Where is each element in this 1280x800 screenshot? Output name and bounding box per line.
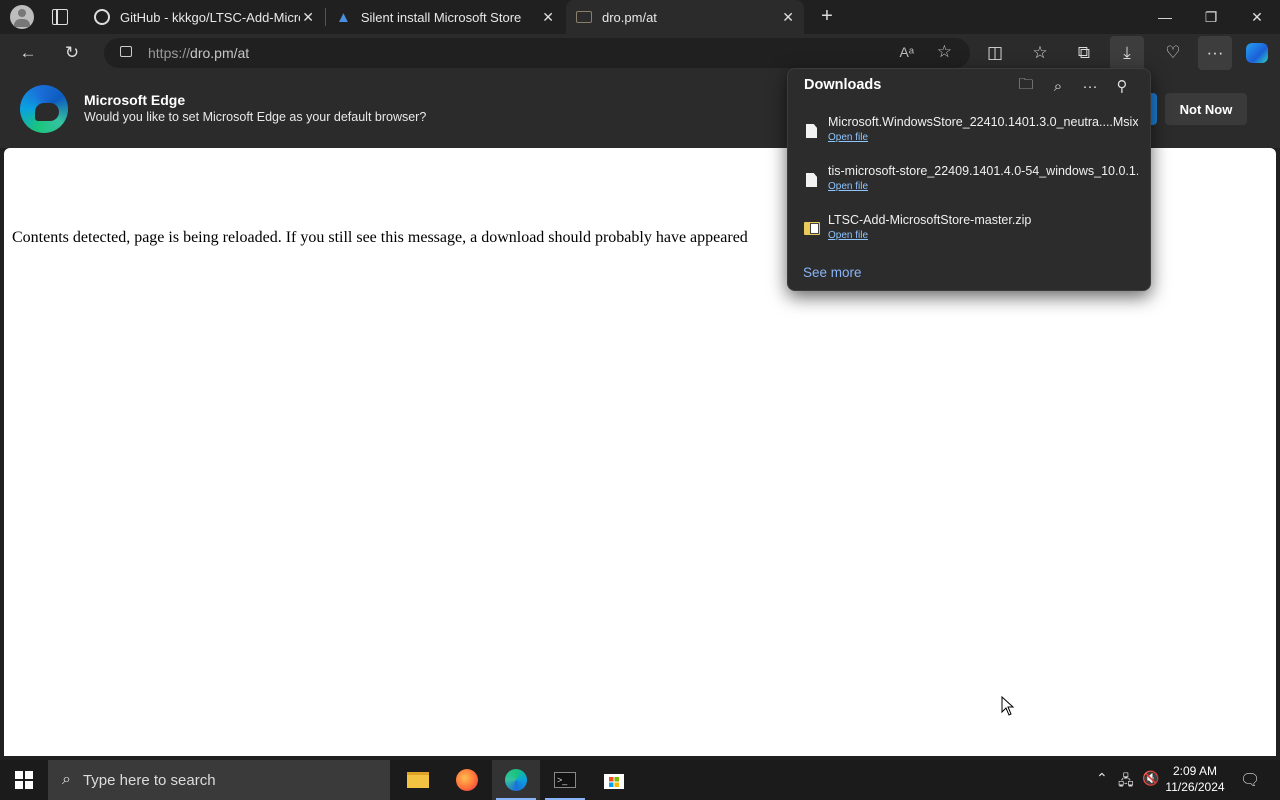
settings-more-icon[interactable]: ··· — [1198, 36, 1232, 70]
close-tab-icon[interactable]: ✕ — [542, 9, 554, 26]
tab-title: dro.pm/at — [602, 9, 657, 25]
mouse-cursor-icon — [1001, 696, 1015, 716]
close-tab-icon[interactable]: ✕ — [302, 9, 314, 26]
address-bar[interactable]: https://dro.pm/at Aᵃ ☆ — [104, 38, 970, 68]
file-explorer-icon[interactable] — [394, 760, 442, 800]
windows-logo-icon — [15, 771, 33, 789]
read-aloud-icon[interactable]: Aᵃ — [899, 44, 914, 60]
download-filename: Microsoft.WindowsStore_22410.1401.3.0_ne… — [828, 115, 1138, 129]
taskbar: ⌕ Type here to search >_ ⌃ 🖧 🔇 2:09 AM 1… — [0, 760, 1280, 800]
profile-avatar[interactable] — [10, 5, 34, 29]
favorite-star-icon[interactable]: ☆ — [937, 42, 952, 62]
github-icon — [94, 9, 110, 25]
pin-icon[interactable]: ⚲ — [1111, 75, 1133, 97]
downloads-icon[interactable]: ⤓ — [1110, 36, 1144, 70]
download-filename: tis-microsoft-store_22409.1401.4.0-54_wi… — [828, 164, 1138, 178]
microsoft-store-icon[interactable] — [590, 760, 638, 800]
show-hidden-icons-icon[interactable]: ⌃ — [1096, 770, 1108, 787]
edge-logo-icon — [20, 85, 68, 133]
close-tab-icon[interactable]: ✕ — [782, 9, 794, 26]
tab-silent-install[interactable]: ▲ Silent install Microsoft Store ✕ — [326, 0, 564, 34]
see-more-link[interactable]: See more — [803, 265, 862, 280]
lock-icon — [120, 46, 132, 57]
infobar-message: Would you like to set Microsoft Edge as … — [84, 110, 427, 124]
open-downloads-folder-icon[interactable]: 🗀 — [1015, 75, 1037, 97]
toolbar: ← ↻ https://dro.pm/at Aᵃ ☆ ◫ ☆ ⧉ ⤓ ♡ ··· — [0, 34, 1280, 72]
copilot-icon[interactable] — [1244, 40, 1270, 66]
tab-dro-pm[interactable]: dro.pm/at ✕ — [566, 0, 804, 34]
favorites-icon[interactable]: ☆ — [1027, 40, 1053, 66]
collections-icon[interactable]: ⧉ — [1071, 40, 1097, 66]
file-icon — [806, 173, 817, 187]
zip-folder-icon — [804, 222, 820, 235]
edge-taskbar-icon[interactable] — [492, 760, 540, 800]
download-item[interactable]: Microsoft.WindowsStore_22410.1401.3.0_ne… — [788, 115, 1150, 159]
new-tab-button[interactable]: + — [816, 5, 838, 27]
split-screen-icon[interactable]: ◫ — [982, 40, 1008, 66]
tab-title: GitHub - kkkgo/LTSC-Add-MicrosoftStore — [120, 9, 300, 25]
download-item[interactable]: LTSC-Add-MicrosoftStore-master.zip Open … — [788, 213, 1150, 257]
not-now-button[interactable]: Not Now — [1165, 93, 1247, 125]
tab-actions-icon[interactable] — [52, 9, 68, 25]
open-file-link[interactable]: Open file — [828, 230, 868, 241]
infobar-title: Microsoft Edge — [84, 92, 186, 108]
open-file-link[interactable]: Open file — [828, 132, 868, 143]
taskbar-search-box[interactable]: ⌕ Type here to search — [48, 760, 390, 800]
more-options-icon[interactable]: ··· — [1079, 75, 1101, 97]
search-placeholder: Type here to search — [82, 771, 216, 789]
volume-muted-icon[interactable]: 🔇 — [1142, 770, 1159, 787]
download-item[interactable]: tis-microsoft-store_22409.1401.4.0-54_wi… — [788, 164, 1150, 208]
browser-essentials-icon[interactable]: ♡ — [1160, 40, 1186, 66]
tab-title: Silent install Microsoft Store — [360, 9, 522, 25]
tab-bar: GitHub - kkkgo/LTSC-Add-MicrosoftStore ✕… — [0, 0, 1280, 34]
download-filename: LTSC-Add-MicrosoftStore-master.zip — [828, 213, 1032, 227]
minimize-button[interactable]: — — [1150, 6, 1180, 28]
start-button[interactable] — [0, 760, 48, 800]
triangle-logo-icon: ▲ — [336, 8, 351, 26]
firefox-icon[interactable] — [443, 760, 491, 800]
search-icon: ⌕ — [62, 771, 71, 788]
network-icon[interactable]: 🖧 — [1118, 770, 1134, 794]
downloads-panel: Downloads 🗀 ⌕ ··· ⚲ Microsoft.WindowsSto… — [787, 68, 1151, 291]
file-icon — [806, 124, 817, 138]
tab-github[interactable]: GitHub - kkkgo/LTSC-Add-MicrosoftStore ✕ — [84, 0, 324, 34]
search-downloads-icon[interactable]: ⌕ — [1047, 75, 1069, 97]
refresh-icon[interactable]: ↻ — [59, 40, 85, 66]
page-message: Contents detected, page is being reloade… — [12, 229, 748, 246]
downloads-title: Downloads — [804, 77, 882, 93]
clock[interactable]: 2:09 AM 11/26/2024 — [1160, 763, 1230, 795]
restore-button[interactable]: ❐ — [1196, 6, 1226, 28]
clock-date: 11/26/2024 — [1165, 780, 1225, 794]
clock-time: 2:09 AM — [1172, 764, 1218, 778]
close-window-button[interactable]: ✕ — [1242, 6, 1272, 28]
back-icon[interactable]: ← — [15, 40, 41, 66]
url-text[interactable]: https://dro.pm/at — [148, 45, 249, 61]
open-file-link[interactable]: Open file — [828, 181, 868, 192]
page-icon — [576, 11, 592, 23]
notifications-icon[interactable]: 🗨 — [1240, 770, 1260, 790]
terminal-icon[interactable]: >_ — [541, 760, 589, 800]
